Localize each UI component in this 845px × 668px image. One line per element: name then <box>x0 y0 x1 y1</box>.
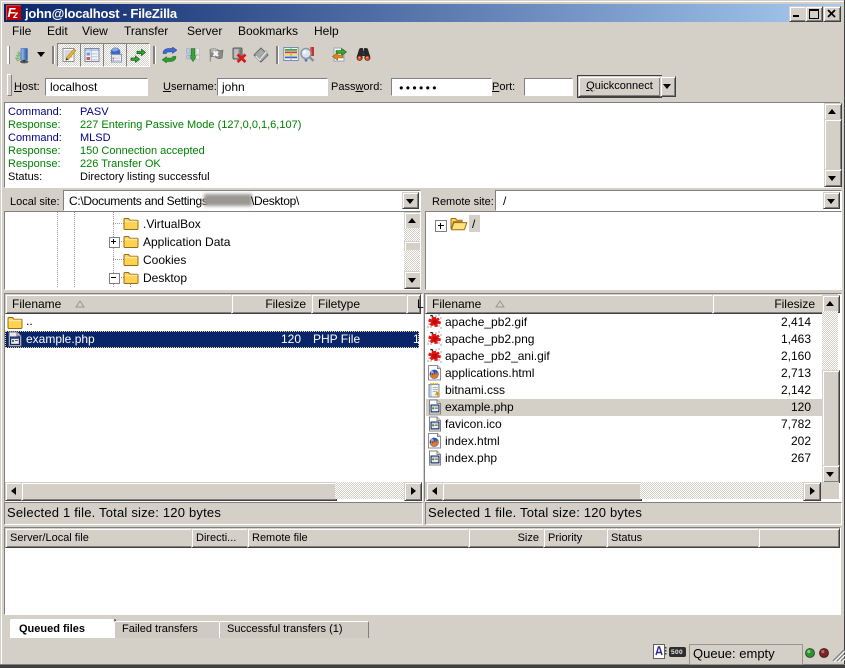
svg-text:z: z <box>12 10 18 20</box>
